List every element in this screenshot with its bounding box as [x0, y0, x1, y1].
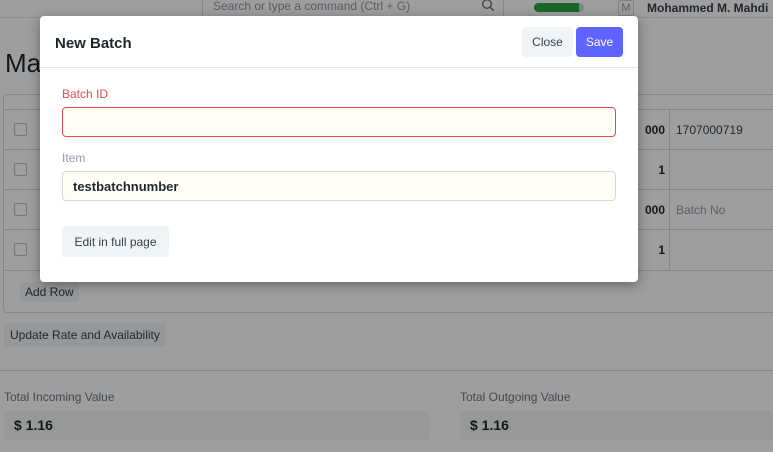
- batch-id-field[interactable]: [62, 107, 616, 137]
- modal-title: New Batch: [55, 35, 132, 52]
- batch-id-label: Batch ID: [62, 87, 109, 101]
- item-label: Item: [62, 151, 86, 165]
- new-batch-modal: New Batch Close Save Batch ID Item Edit …: [40, 16, 638, 282]
- modal-header: New Batch Close Save: [40, 16, 638, 68]
- save-button[interactable]: Save: [576, 27, 623, 57]
- edit-in-full-page-button[interactable]: Edit in full page: [62, 226, 169, 257]
- item-field[interactable]: [62, 171, 616, 201]
- close-button[interactable]: Close: [522, 27, 573, 57]
